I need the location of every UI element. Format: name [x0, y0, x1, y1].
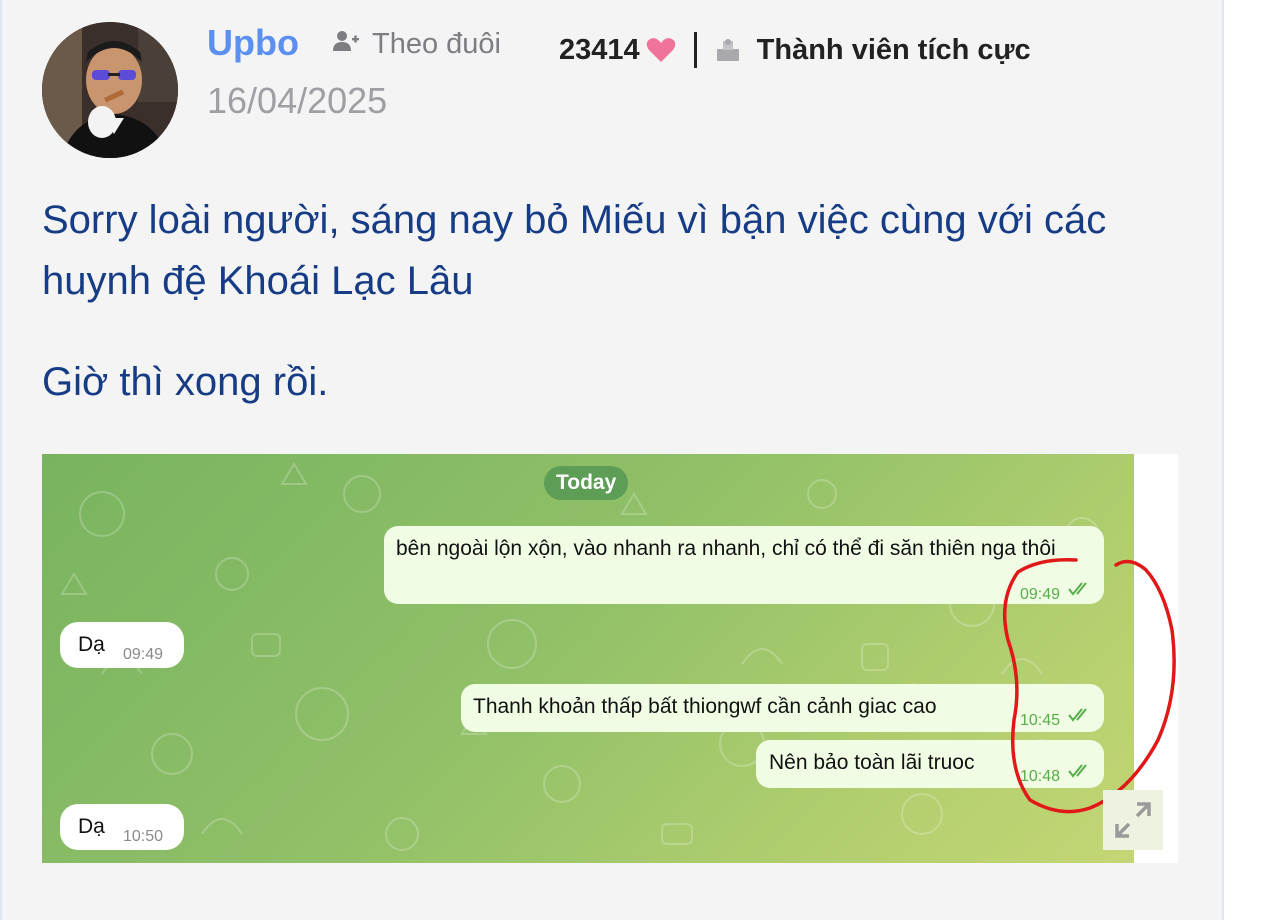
right-rail	[1222, 0, 1284, 920]
message-time: 10:45	[1020, 712, 1061, 729]
like-count: 23414	[559, 33, 640, 66]
message-text: Dạ	[78, 815, 105, 838]
expand-icon	[1115, 802, 1151, 838]
message-time: 10:50	[123, 828, 164, 845]
date-chip: Today	[544, 466, 629, 500]
author-stats: 23414 Thành viên tích cực	[559, 32, 1031, 68]
post-date: 16/04/2025	[207, 80, 388, 121]
left-border	[0, 0, 2, 920]
heart-icon	[646, 37, 676, 63]
double-check-icon	[1068, 764, 1087, 778]
message-time: 10:48	[1020, 768, 1061, 785]
chat-message-incoming[interactable]: Dạ 09:49	[60, 622, 184, 668]
follow-label: Theo đuôi	[372, 28, 501, 60]
rank-label: Thành viên tích cực	[756, 33, 1031, 66]
chat-screenshot[interactable]: Today bên ngoài lộn xộn, vào nhanh ra nh…	[42, 454, 1134, 863]
stats-divider	[693, 32, 697, 68]
chat-message-outgoing[interactable]: bên ngoài lộn xộn, vào nhanh ra nhanh, c…	[384, 526, 1104, 604]
post-paragraph: Sorry loài người, sáng nay bỏ Miếu vì bậ…	[42, 198, 1107, 303]
post-body: Sorry loài người, sáng nay bỏ Miếu vì bậ…	[42, 190, 1192, 413]
follow-user-icon	[332, 28, 360, 61]
double-check-icon	[1068, 708, 1087, 722]
post-paragraph: Giờ thì xong rồi.	[42, 360, 329, 404]
avatar[interactable]	[42, 22, 178, 158]
chat-message-outgoing[interactable]: Thanh khoản thấp bất thiongwf cần cảnh g…	[461, 684, 1104, 732]
expand-image-button[interactable]	[1103, 790, 1163, 850]
message-text: Dạ	[78, 633, 105, 656]
message-time: 09:49	[1020, 586, 1061, 603]
follow-button[interactable]: Theo đuôi	[332, 28, 501, 61]
chat-wallpaper	[60, 462, 1099, 851]
message-text: Nên bảo toàn lãi truoc	[769, 751, 975, 774]
message-time: 09:49	[123, 646, 164, 663]
rank-icon	[715, 37, 741, 63]
author-name[interactable]: Upbo	[207, 22, 299, 64]
message-text: Thanh khoản thấp bất thiongwf cần cảnh g…	[473, 695, 937, 718]
chat-message-incoming[interactable]: Dạ 10:50	[60, 804, 184, 850]
chat-message-outgoing[interactable]: Nên bảo toàn lãi truoc 10:48	[756, 740, 1104, 788]
message-text: bên ngoài lộn xộn, vào nhanh ra nhanh, c…	[396, 537, 1056, 560]
double-check-icon	[1068, 582, 1087, 596]
